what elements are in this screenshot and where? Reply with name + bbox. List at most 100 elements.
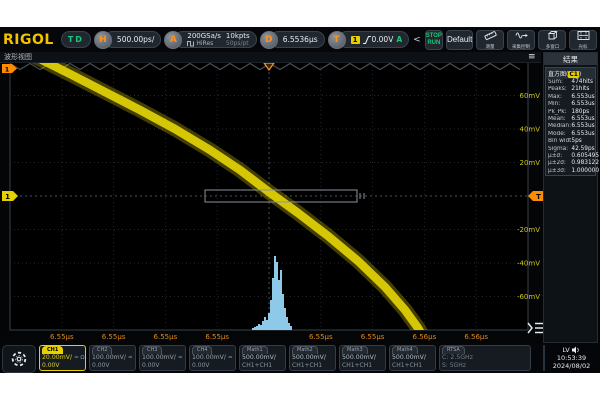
trigger-slope-icon	[362, 35, 372, 45]
chevron-left-icon[interactable]: <	[412, 35, 422, 45]
time-axis-label: 6.56μs	[464, 333, 488, 341]
svg-text:T: T	[536, 193, 541, 201]
channel-scale: 500.00mV/	[342, 354, 376, 362]
trigger-info[interactable]: 1 0.00V A	[338, 31, 410, 48]
memory-depth: 10kpts	[226, 32, 250, 40]
run-label: RUN	[427, 40, 440, 47]
stat-label: Median:	[548, 123, 571, 130]
expand-menu-icon[interactable]	[528, 323, 544, 333]
ch1[interactable]: CH1 20.00mV/= Ω 0.00V	[39, 345, 86, 371]
channel-offset: CH1+CH1	[392, 362, 433, 369]
trigger-control[interactable]: T 1 0.00V A	[328, 31, 410, 49]
tool-multi-window[interactable]: 多窗口	[538, 30, 566, 50]
tool-acquisition[interactable]: 采集控制	[507, 30, 535, 50]
coupling-impedance-icons: =	[178, 354, 183, 362]
math3[interactable]: Math3 500.00mV/ CH1+CH1	[339, 345, 386, 371]
channel-tab: CH3	[142, 346, 162, 354]
cursor-screen-icon	[577, 29, 590, 44]
channel-scale: 500.00mV/	[292, 354, 326, 362]
a-key[interactable]: A	[164, 31, 182, 49]
rtsa[interactable]: RTSA C: 2.5GHz S: 5GHz	[439, 345, 531, 371]
channel-tab: Math1	[242, 346, 268, 354]
stat-label: Sigma:	[548, 146, 571, 153]
channel-offset: CH1+CH1	[242, 362, 283, 369]
stat-row: Min: 6.553us	[546, 101, 595, 108]
delay-value[interactable]: 6.5536μs	[270, 31, 325, 48]
stat-row: Peaks: 21hits	[546, 86, 595, 93]
stat-label: Sum:	[548, 79, 571, 86]
d-key[interactable]: D	[260, 31, 278, 49]
sample-resolution: 50ps/pt	[226, 40, 250, 48]
acquire-control[interactable]: A 200GSa/s HiRes 10kpts 50ps/pt	[164, 31, 256, 49]
time-axis-label: 6.55μs	[154, 333, 178, 341]
t-key[interactable]: T	[328, 31, 346, 49]
tool-cursor[interactable]: 光标	[569, 30, 597, 50]
results-title: 结果	[544, 53, 597, 65]
hires-icon	[187, 40, 195, 47]
histogram-panel[interactable]: 直方图(C1) Sum: 474hits Peaks: 21hits Max: …	[545, 67, 596, 176]
stat-row: Max: 6.553us	[546, 94, 595, 101]
ruler-icon	[484, 29, 497, 44]
channel-tab: CH4	[192, 346, 212, 354]
oscilloscope-screen: RIGOL TD H 500.00ps/ A 200GSa/s HiRes 10…	[0, 27, 600, 373]
stat-value: 474hits	[571, 79, 593, 86]
acquire-info[interactable]: 200GSa/s HiRes 10kpts 50ps/pt	[174, 31, 256, 48]
horizontal-control[interactable]: H 500.00ps/	[94, 31, 161, 49]
stat-row: Sigma: 42.59ps	[546, 146, 595, 153]
stat-row: Mean: 6.553us	[546, 116, 595, 123]
stat-value: 180ps	[571, 109, 593, 116]
channel-tab: RTSA	[442, 346, 465, 354]
svg-text:1: 1	[5, 193, 10, 201]
channel-strip: CH1 20.00mV/= Ω 0.00V CH2 100.00mV/= 0.0…	[0, 343, 600, 373]
channel-offset: 0.00V	[42, 362, 83, 369]
voltage-axis-label: -60mV	[517, 293, 540, 301]
stat-label: Mean:	[548, 116, 571, 123]
math1[interactable]: Math1 500.00mV/ CH1+CH1	[239, 345, 286, 371]
coupling-impedance-icons: = Ω	[74, 354, 85, 362]
waveform-display: 6.55μs6.55μs6.55μs6.55μs6.55μs6.55μs6.56…	[0, 27, 600, 373]
default-button[interactable]: Default	[446, 30, 473, 50]
stat-value: 6.553us	[571, 101, 593, 108]
h-key[interactable]: H	[94, 31, 112, 49]
ch3[interactable]: CH3 100.00mV/= 0.00V	[139, 345, 186, 371]
channel-offset: CH1+CH1	[292, 362, 333, 369]
stat-row: μ±σ: 0.605495	[546, 153, 595, 160]
ch4[interactable]: CH4 100.00mV/= 0.00V	[189, 345, 236, 371]
channel-scale: 100.00mV/	[192, 354, 226, 362]
horizontal-scale[interactable]: 500.00ps/	[104, 31, 161, 48]
speaker-icon[interactable]	[572, 346, 581, 354]
run-stop-button[interactable]: STOP RUN	[425, 30, 443, 50]
channel-offset: S: 5GHz	[442, 362, 528, 369]
channel-scale: C: 2.5GHz	[442, 354, 473, 362]
menu-icon[interactable]: ≡	[528, 52, 536, 62]
tool-measure[interactable]: 测量	[476, 30, 504, 50]
toolbar: 测量 采集控制 多窗口 光标 数字监录	[476, 30, 600, 50]
channel-tab: CH2	[92, 346, 112, 354]
header-bar: RIGOL TD H 500.00ps/ A 200GSa/s HiRes 10…	[0, 27, 600, 52]
sample-rate: 200GSa/s	[187, 32, 221, 40]
stat-label: Mode:	[548, 131, 571, 138]
ch2[interactable]: CH2 100.00mV/= 0.00V	[89, 345, 136, 371]
math2[interactable]: Math2 500.00mV/ CH1+CH1	[289, 345, 336, 371]
channel-scale: 100.00mV/	[92, 354, 126, 362]
stat-label: Pk_Pk:	[548, 109, 571, 116]
status-label: LV	[562, 346, 569, 354]
channel-scale: 500.00mV/	[392, 354, 426, 362]
svg-text:1: 1	[5, 66, 10, 74]
trigger-level-marker[interactable]: T	[528, 191, 544, 201]
coupling-impedance-icons: =	[128, 354, 133, 362]
wave-arrow-icon	[515, 29, 528, 44]
voltage-axis-label: -40mV	[517, 260, 540, 268]
settings-button[interactable]	[2, 345, 36, 373]
delay-control[interactable]: D 6.5536μs	[260, 31, 325, 49]
channel-scale: 500.00mV/	[242, 354, 276, 362]
voltage-axis-label: 60mV	[519, 92, 540, 100]
math4[interactable]: Math4 500.00mV/ CH1+CH1	[389, 345, 436, 371]
channel-scale: 20.00mV/	[42, 354, 72, 362]
stat-value: 6.553us	[571, 116, 593, 123]
stat-value: 6.553us	[571, 123, 593, 130]
coupling-impedance-icons: =	[228, 354, 233, 362]
cube-icon	[546, 29, 558, 44]
gear-icon	[10, 350, 28, 368]
channel-tab: Math2	[292, 346, 318, 354]
